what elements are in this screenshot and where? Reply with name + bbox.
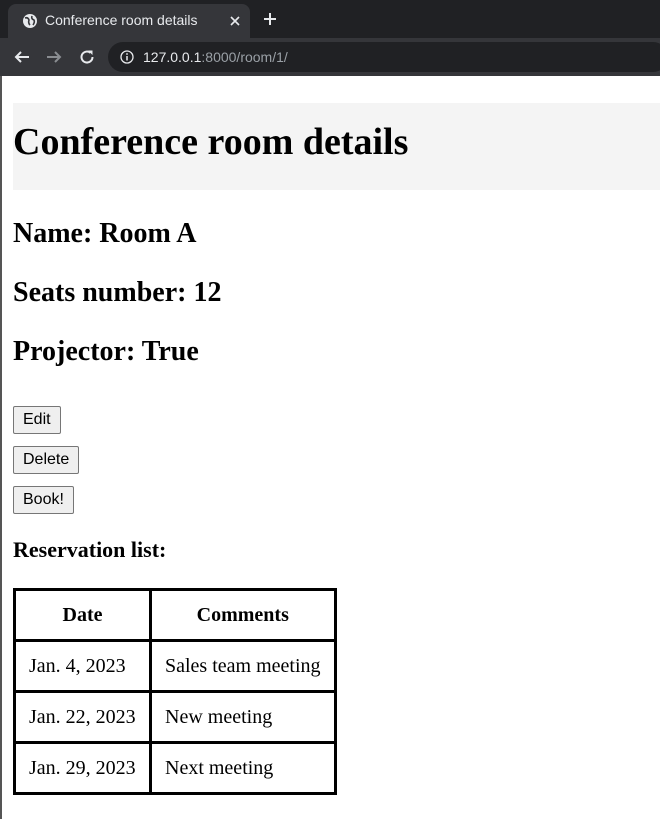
reload-icon[interactable] <box>78 48 96 66</box>
info-icon[interactable] <box>120 50 134 64</box>
column-header-date: Date <box>13 588 152 642</box>
reservation-list-heading: Reservation list: <box>13 537 167 562</box>
book-button[interactable]: Book! <box>13 486 74 514</box>
reservation-date: Jan. 22, 2023 <box>13 690 152 744</box>
reservation-comment: Sales team meeting <box>149 639 337 693</box>
table-row: Jan. 22, 2023 New meeting <box>13 690 337 744</box>
edit-button[interactable]: Edit <box>13 406 61 434</box>
delete-button[interactable]: Delete <box>13 446 80 474</box>
close-icon[interactable] <box>226 12 244 30</box>
page-title: Conference room details <box>13 121 409 163</box>
browser-tab-bar: Conference room details <box>0 0 660 38</box>
table-row: Jan. 29, 2023 Next meeting <box>13 741 337 795</box>
reservation-date: Jan. 29, 2023 <box>13 741 152 795</box>
column-header-comments: Comments <box>149 588 337 642</box>
browser-toolbar: 127.0.0.1:8000/room/1/ <box>0 38 660 76</box>
room-seats: Seats number: 12 <box>13 277 222 308</box>
globe-icon <box>23 14 37 28</box>
tab-title: Conference room details <box>45 12 198 28</box>
table-header-row: Date Comments <box>13 588 337 642</box>
room-name: Name: Room A <box>13 218 197 249</box>
table-row: Jan. 4, 2023 Sales team meeting <box>13 639 337 693</box>
forward-arrow-icon[interactable] <box>45 48 63 66</box>
reservation-date: Jan. 4, 2023 <box>13 639 152 693</box>
page-header: Conference room details <box>13 103 660 190</box>
url-path: :8000/room/1/ <box>201 49 288 65</box>
reservation-comment: Next meeting <box>149 741 337 795</box>
plus-icon[interactable] <box>262 11 278 27</box>
reservation-table: Date Comments Jan. 4, 2023 Sales team me… <box>13 588 337 795</box>
url-text[interactable]: 127.0.0.1:8000/room/1/ <box>143 49 288 65</box>
reservation-comment: New meeting <box>149 690 337 744</box>
back-arrow-icon[interactable] <box>13 48 31 66</box>
page-content: Conference room details Name: Room A Sea… <box>0 76 660 819</box>
address-bar[interactable]: 127.0.0.1:8000/room/1/ <box>108 42 660 72</box>
browser-tab[interactable]: Conference room details <box>8 4 250 38</box>
url-host: 127.0.0.1 <box>143 49 202 65</box>
room-projector: Projector: True <box>13 336 199 367</box>
